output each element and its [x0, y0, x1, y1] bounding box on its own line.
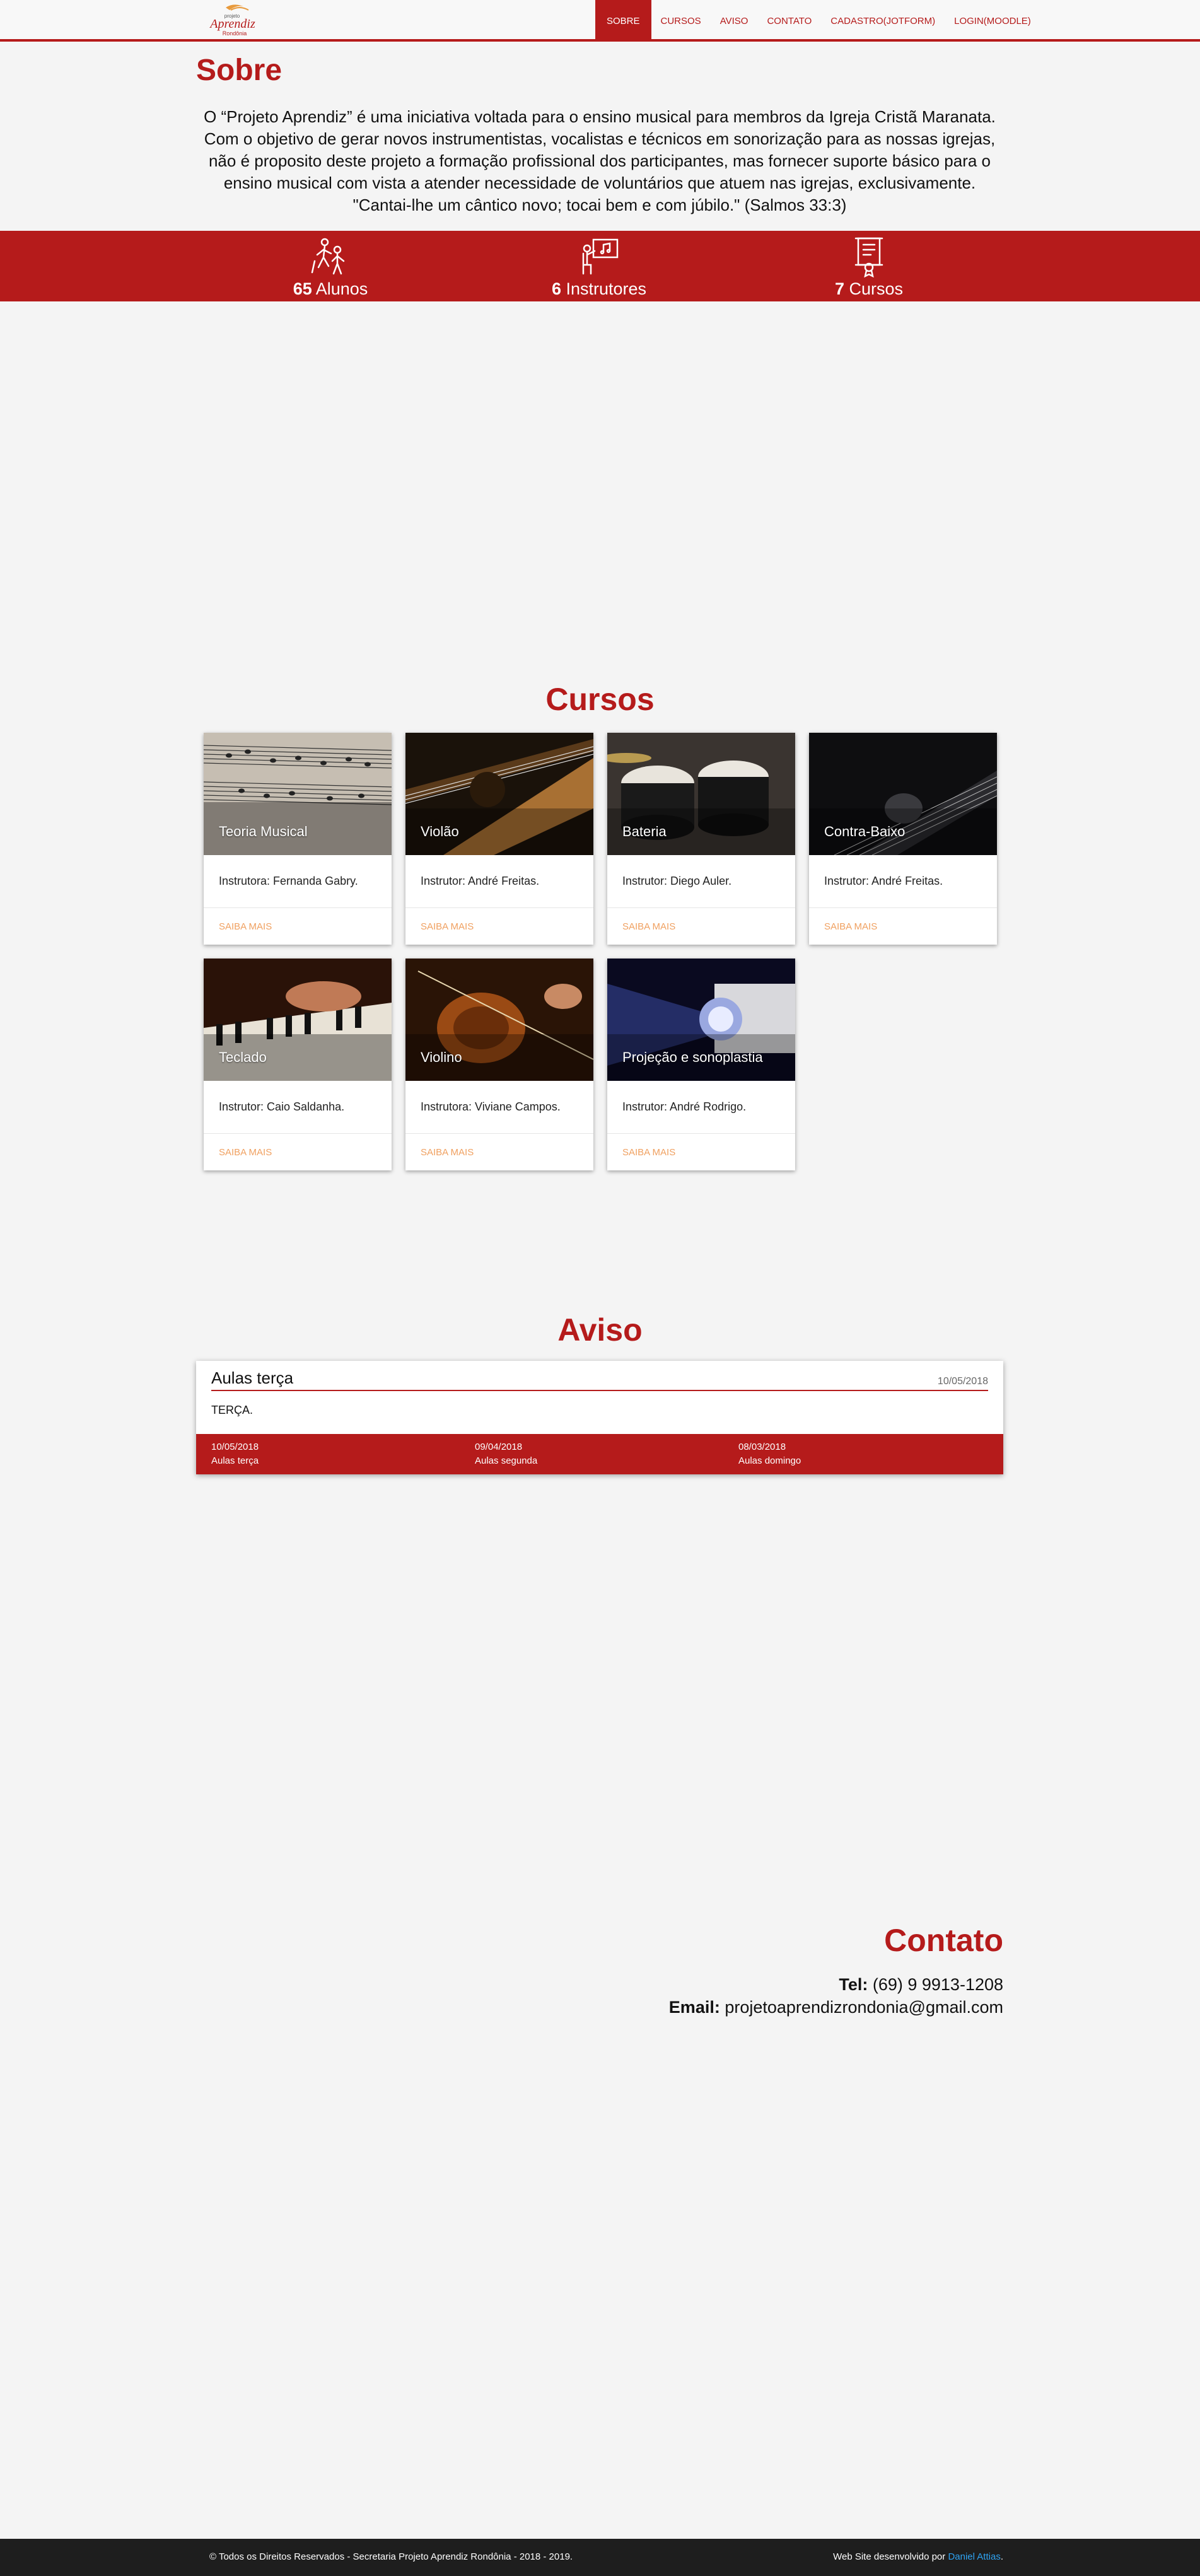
stat-instrutores-value: 6 — [551, 279, 561, 298]
stat-alunos: 65 Alunos — [248, 231, 412, 301]
nav-item-contato[interactable]: CONTATO — [757, 0, 821, 42]
nav-item-aviso[interactable]: AVISO — [711, 0, 758, 42]
course-title: Violino — [421, 1049, 462, 1065]
course-card-teoria-musical[interactable]: Teoria Musical Instrutora: Fernanda Gabr… — [204, 733, 392, 945]
course-instructor: Instrutor: André Freitas. — [405, 855, 593, 908]
course-instructor: Instrutor: André Rodrigo. — [607, 1081, 795, 1134]
footer-copyright: © Todos os Direitos Reservados - Secreta… — [209, 2551, 573, 2562]
aviso-current-date: 10/05/2018 — [937, 1376, 988, 1387]
nav-item-cursos[interactable]: CURSOS — [651, 0, 711, 42]
course-card-bateria[interactable]: Bateria Instrutor: Diego Auler. SAIBA MA… — [607, 733, 795, 945]
aviso-item-title: Aulas terça — [211, 1455, 259, 1466]
certificate-icon — [854, 237, 883, 277]
aviso-item-date: 10/05/2018 — [211, 1442, 259, 1452]
course-instructor: Instrutor: André Freitas. — [809, 855, 997, 908]
aviso-item-title: Aulas segunda — [475, 1455, 538, 1466]
course-image: Teclado — [204, 959, 392, 1081]
footer-credit: Web Site desenvolvido por Daniel Attias. — [833, 2551, 1003, 2562]
students-icon — [311, 238, 345, 275]
course-card-violao[interactable]: Violão Instrutor: André Freitas. SAIBA M… — [405, 733, 593, 945]
course-card-teclado[interactable]: Teclado Instrutor: Caio Saldanha. SAIBA … — [204, 959, 392, 1170]
aviso-current-title: Aulas terça — [211, 1368, 294, 1387]
logo-graphic: projeto Aprendiz Rondônia — [209, 4, 255, 37]
stat-cursos: 7 Cursos — [787, 231, 951, 301]
course-instructor: Instrutor: Caio Saldanha. — [204, 1081, 392, 1134]
course-title: Violão — [421, 824, 459, 839]
course-image: Contra-Baixo — [809, 733, 997, 855]
navbar: projeto Aprendiz Rondônia SOBRE CURSOS A… — [0, 0, 1200, 42]
course-title: Teoria Musical — [219, 824, 308, 839]
footer-credit-suffix: . — [1000, 2551, 1003, 2562]
saiba-mais-link[interactable]: SAIBA MAIS — [204, 1134, 392, 1170]
contato-email-value[interactable]: projetoaprendizrondonia@gmail.com — [725, 1998, 1003, 2017]
logo-main-text: Aprendiz — [209, 17, 255, 31]
aviso-list-item[interactable]: 09/04/2018 Aulas segunda — [460, 1434, 723, 1474]
contato-tel-value[interactable]: (69) 9 9913-1208 — [873, 1975, 1003, 1994]
aviso-current-content: TERÇA. — [211, 1404, 253, 1416]
aviso-item-date: 08/03/2018 — [738, 1442, 786, 1452]
course-card-contra-baixo[interactable]: Contra-Baixo Instrutor: André Freitas. S… — [809, 733, 997, 945]
aviso-card: Aulas terça 10/05/2018 TERÇA. 10/05/2018… — [196, 1361, 1003, 1474]
course-image: Teoria Musical — [204, 733, 392, 855]
aviso-list-item[interactable]: 10/05/2018 Aulas terça — [196, 1434, 460, 1474]
sobre-text: O “Projeto Aprendiz” é uma iniciativa vo… — [204, 107, 996, 214]
cursos-title: Cursos — [545, 682, 655, 717]
footer-credit-link[interactable]: Daniel Attias — [948, 2551, 1000, 2562]
footer-credit-prefix: Web Site desenvolvido por — [833, 2551, 946, 2562]
contato-email-label: Email: — [668, 1998, 720, 2017]
footer: © Todos os Direitos Reservados - Secreta… — [0, 2539, 1200, 2576]
contato-title: Contato — [884, 1923, 1003, 1958]
saiba-mais-link[interactable]: SAIBA MAIS — [607, 908, 795, 945]
saiba-mais-link[interactable]: SAIBA MAIS — [607, 1134, 795, 1170]
aviso-list-item[interactable]: 08/03/2018 Aulas domingo — [723, 1434, 987, 1474]
contato-tel-label: Tel: — [839, 1975, 868, 1994]
sobre-title: Sobre — [196, 54, 283, 87]
aviso-header: Aulas terça 10/05/2018 — [211, 1366, 988, 1391]
stat-instrutores-label: Instrutores — [566, 279, 647, 298]
contato-email: Email: projetoaprendizrondonia@gmail.com — [669, 1998, 1003, 2017]
course-instructor: Instrutora: Viviane Campos. — [405, 1081, 593, 1134]
saiba-mais-link[interactable]: SAIBA MAIS — [204, 908, 392, 945]
saiba-mais-link[interactable]: SAIBA MAIS — [405, 908, 593, 945]
aviso-title: Aviso — [557, 1312, 643, 1348]
saiba-mais-link[interactable]: SAIBA MAIS — [405, 1134, 593, 1170]
site-logo[interactable]: projeto Aprendiz Rondônia — [195, 3, 270, 38]
stats-bar: 65 Alunos 6 Instrutores 7 Cursos — [0, 231, 1200, 301]
aviso-list: 10/05/2018 Aulas terça 09/04/2018 Aulas … — [196, 1434, 1003, 1474]
course-image: Violino — [405, 959, 593, 1081]
stat-instrutores: 6 Instrutores — [517, 231, 681, 301]
course-image: Bateria — [607, 733, 795, 855]
course-title: Bateria — [622, 824, 667, 839]
nav-item-cadastro[interactable]: CADASTRO(JOTFORM) — [821, 0, 945, 42]
aviso-item-title: Aulas domingo — [738, 1455, 801, 1466]
course-title: Contra-Baixo — [824, 824, 906, 839]
nav-item-sobre[interactable]: SOBRE — [595, 0, 651, 42]
course-title: Projeção e sonoplastia — [622, 1049, 763, 1065]
stat-alunos-label: Alunos — [315, 279, 368, 298]
course-card-violino[interactable]: Violino Instrutora: Viviane Campos. SAIB… — [405, 959, 593, 1170]
teacher-icon — [582, 238, 619, 275]
saiba-mais-link[interactable]: SAIBA MAIS — [809, 908, 997, 945]
nav-item-login[interactable]: LOGIN(MOODLE) — [945, 0, 1040, 42]
course-card-projecao-sonoplastia[interactable]: Projeção e sonoplastia Instrutor: André … — [607, 959, 795, 1170]
nav-menu: SOBRE CURSOS AVISO CONTATO CADASTRO(JOTF… — [595, 0, 1040, 42]
stat-cursos-value: 7 — [834, 279, 844, 298]
course-instructor: Instrutora: Fernanda Gabry. — [204, 855, 392, 908]
course-instructor: Instrutor: Diego Auler. — [607, 855, 795, 908]
course-image: Projeção e sonoplastia — [607, 959, 795, 1081]
logo-sub-text: Rondônia — [223, 30, 247, 37]
stat-cursos-label: Cursos — [849, 279, 904, 298]
course-title: Teclado — [219, 1049, 267, 1065]
contato-tel: Tel: (69) 9 9913-1208 — [839, 1975, 1003, 1995]
course-image: Violão — [405, 733, 593, 855]
aviso-item-date: 09/04/2018 — [475, 1442, 523, 1452]
stat-alunos-value: 65 — [293, 279, 312, 298]
